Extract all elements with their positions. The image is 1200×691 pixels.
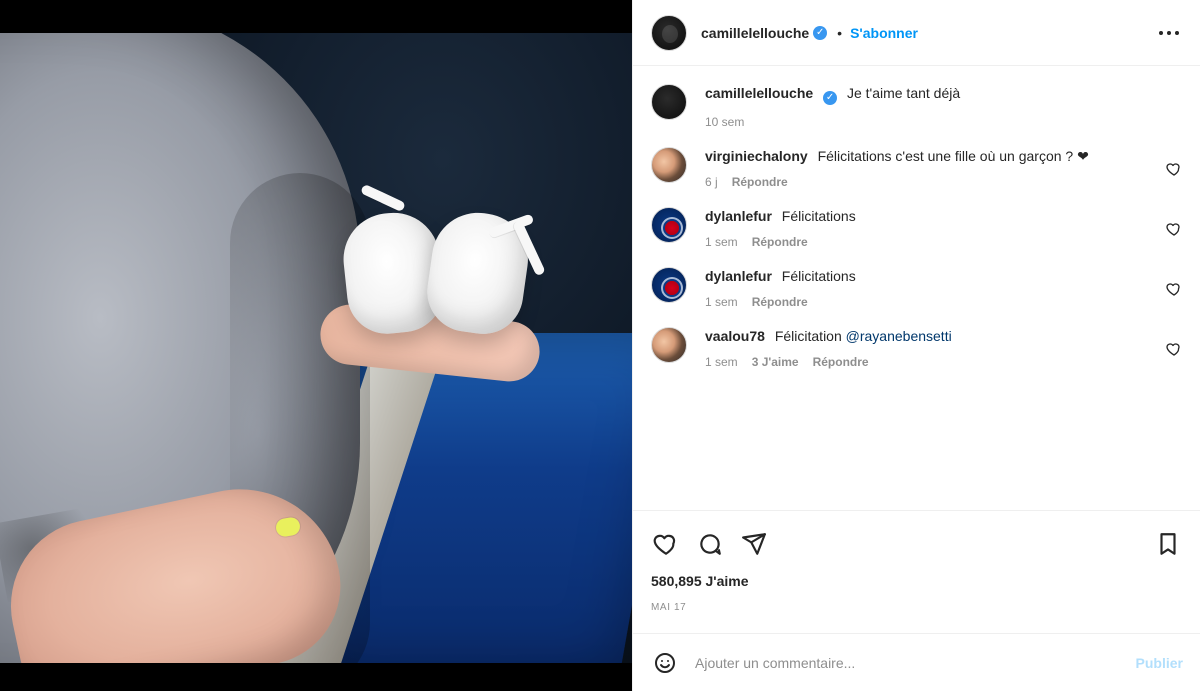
caption-message: Je t'aime tant déjà: [846, 85, 961, 101]
heart-icon: [1166, 223, 1180, 236]
comment-meta: 1 sem Répondre: [705, 235, 1150, 249]
comment-row: dylanlefur Félicitations 1 sem Répondre: [651, 267, 1182, 309]
comment-text: dylanlefur Félicitations: [705, 207, 1150, 225]
comment-like-button[interactable]: [1166, 281, 1182, 297]
comment-avatar[interactable]: [651, 267, 687, 303]
comment-message: Félicitations: [781, 208, 856, 224]
caption-time[interactable]: 10 sem: [705, 115, 744, 129]
separator-dot: •: [837, 24, 843, 41]
reply-button[interactable]: Répondre: [752, 235, 808, 249]
caption-meta: 10 sem: [705, 115, 1182, 129]
post-photo: [0, 33, 632, 663]
heart-icon: [1166, 283, 1180, 296]
mention-link[interactable]: @rayanebensetti: [846, 328, 952, 344]
comment-avatar[interactable]: [651, 147, 687, 183]
send-icon: [742, 532, 766, 555]
comment-meta: 6 j Répondre: [705, 175, 1150, 189]
emoji-button[interactable]: [651, 649, 679, 677]
comment-username[interactable]: virginiechalony: [705, 148, 808, 164]
reply-button[interactable]: Répondre: [752, 295, 808, 309]
comment-row: vaalou78 Félicitation @rayanebensetti 1 …: [651, 327, 1182, 369]
comment-message: Félicitations c'est une fille où un garç…: [817, 148, 1089, 164]
comment-username[interactable]: vaalou78: [705, 328, 765, 344]
comment-time[interactable]: 1 sem: [705, 295, 738, 309]
bookmark-icon: [1160, 532, 1176, 555]
save-button[interactable]: [1153, 529, 1183, 559]
comment-body: dylanlefur Félicitations 1 sem Répondre: [705, 207, 1150, 249]
share-button[interactable]: [739, 529, 769, 559]
heart-icon: [1166, 163, 1180, 176]
comment-like-button[interactable]: [1166, 341, 1182, 357]
author-username[interactable]: camillelellouche: [701, 25, 809, 41]
more-dot: [1159, 30, 1163, 35]
comment-input[interactable]: [695, 654, 1124, 671]
reply-button[interactable]: Répondre: [813, 355, 869, 369]
caption-avatar[interactable]: [651, 84, 687, 120]
heart-icon: [1166, 343, 1180, 356]
smile-icon: [655, 652, 675, 673]
caption-text: camillelellouche ✓ Je t'aime tant déjà: [705, 84, 1182, 105]
comment-time[interactable]: 1 sem: [705, 235, 738, 249]
comment-avatar[interactable]: [651, 207, 687, 243]
comment-text: vaalou78 Félicitation @rayanebensetti: [705, 327, 1150, 345]
comment-body: vaalou78 Félicitation @rayanebensetti 1 …: [705, 327, 1150, 369]
post-header: camillelellouche ✓ • S'abonner: [633, 0, 1200, 66]
comment-row: dylanlefur Félicitations 1 sem Répondre: [651, 207, 1182, 249]
comment-text: dylanlefur Félicitations: [705, 267, 1150, 285]
caption-row: camillelellouche ✓ Je t'aime tant déjà 1…: [651, 84, 1182, 129]
likes-count[interactable]: 580,895 J'aime: [651, 573, 749, 589]
comment-time[interactable]: 6 j: [705, 175, 718, 189]
comment-avatar[interactable]: [651, 327, 687, 363]
comment-text: virginiechalony Félicitations c'est une …: [705, 147, 1150, 165]
shoe-lace: [360, 183, 406, 213]
comment-icon: [700, 533, 721, 555]
comment-username[interactable]: dylanlefur: [705, 268, 772, 284]
comment-like-button[interactable]: [1166, 221, 1182, 237]
like-button[interactable]: [651, 529, 681, 559]
caption-username[interactable]: camillelellouche: [705, 85, 813, 101]
comment-username[interactable]: dylanlefur: [705, 208, 772, 224]
comment-time[interactable]: 1 sem: [705, 355, 738, 369]
more-options-icon[interactable]: [1156, 24, 1182, 42]
post-panel: camillelellouche ✓ • S'abonner camillele…: [632, 0, 1200, 691]
heart-icon: [653, 534, 676, 555]
comment-composer: Publier: [633, 633, 1200, 691]
comment-meta: 1 sem Répondre: [705, 295, 1150, 309]
comment-like-button[interactable]: [1166, 161, 1182, 177]
caption-body: camillelellouche ✓ Je t'aime tant déjà 1…: [705, 84, 1182, 129]
comment-message: Félicitations: [781, 268, 856, 284]
comment-meta: 1 sem 3 J'aime Répondre: [705, 355, 1150, 369]
post-date: MAI 17: [651, 602, 687, 613]
comment-button[interactable]: [695, 529, 725, 559]
publish-button[interactable]: Publier: [1136, 655, 1183, 671]
follow-button[interactable]: S'abonner: [850, 25, 918, 41]
author-avatar[interactable]: [651, 14, 687, 51]
comment-likes[interactable]: 3 J'aime: [752, 355, 799, 369]
instagram-post-view: camillelellouche ✓ • S'abonner camillele…: [0, 0, 1200, 691]
comment-body: virginiechalony Félicitations c'est une …: [705, 147, 1150, 189]
comments-list[interactable]: camillelellouche ✓ Je t'aime tant déjà 1…: [633, 66, 1200, 510]
more-dot: [1167, 30, 1171, 35]
reply-button[interactable]: Répondre: [732, 175, 788, 189]
comment-body: dylanlefur Félicitations 1 sem Répondre: [705, 267, 1150, 309]
more-dot: [1175, 30, 1179, 35]
comment-row: virginiechalony Félicitations c'est une …: [651, 147, 1182, 189]
post-actions: [633, 510, 1200, 576]
post-media: [0, 0, 632, 691]
verified-badge-icon: ✓: [823, 91, 838, 105]
verified-badge-icon: ✓: [813, 25, 828, 40]
comment-message-prefix: Félicitation: [774, 328, 846, 344]
